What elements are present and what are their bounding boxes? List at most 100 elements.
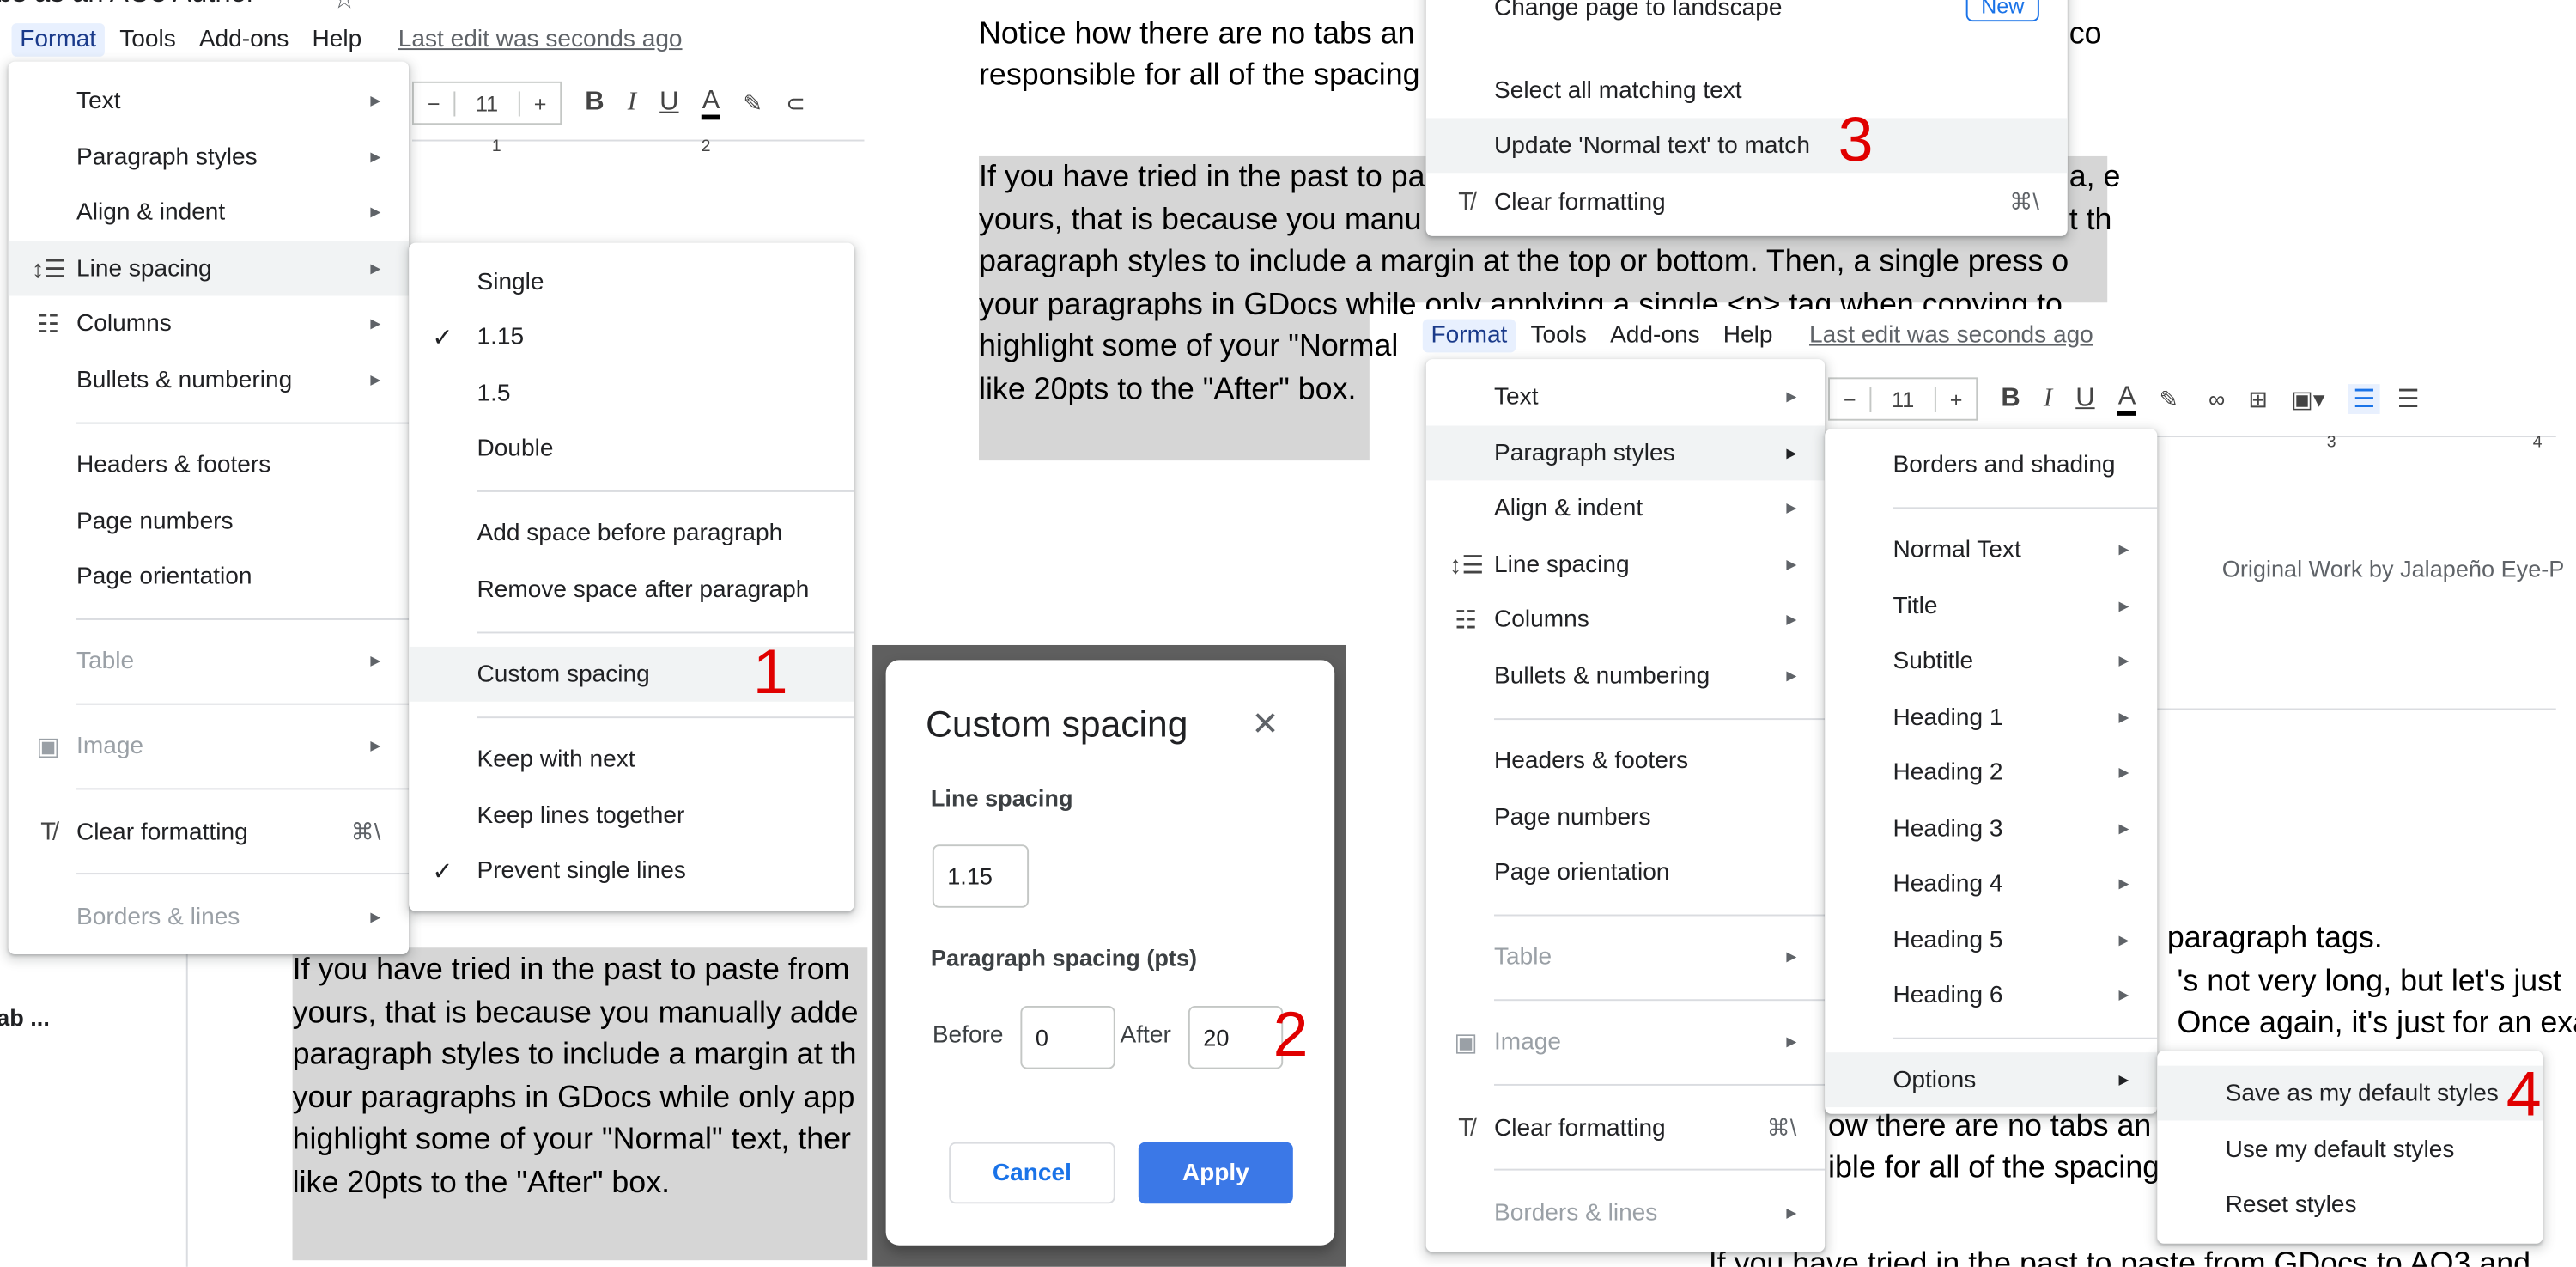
last-edit-link[interactable]: Last edit was seconds ago <box>1809 322 2093 349</box>
style-heading-6[interactable]: Heading 6 ▶ <box>1825 967 2157 1022</box>
highlight-color-icon[interactable]: ✎ <box>743 89 762 118</box>
format-menu-item-image[interactable]: ▣ Image ▶ <box>1426 1014 1826 1069</box>
update-normal-text[interactable]: Update 'Normal text' to match <box>1425 118 2068 174</box>
style-heading-4[interactable]: Heading 4 ▶ <box>1825 856 2157 911</box>
reset-styles[interactable]: Reset styles <box>2157 1177 2543 1232</box>
add-space-before[interactable]: Add space before paragraph <box>409 505 854 560</box>
format-menu-item-columns[interactable]: ☷ Columns ▶ <box>9 296 409 351</box>
change-page-landscape[interactable]: Change page to landscape New <box>1426 0 2068 35</box>
italic-icon[interactable]: I <box>628 88 636 119</box>
link-icon[interactable]: ∞ <box>2208 386 2225 412</box>
format-menu-item-page-numbers[interactable]: Page numbers <box>9 494 409 549</box>
align-center-icon[interactable]: ☰ <box>2397 384 2420 414</box>
insert-image-icon[interactable]: ▣▾ <box>2291 385 2324 413</box>
format-menu-item-table[interactable]: Table ▶ <box>9 633 409 688</box>
format-menu-item-text[interactable]: Text ▶ <box>1426 369 1826 424</box>
style-normal-text[interactable]: Normal Text ▶ <box>1825 522 2157 577</box>
style-heading-1[interactable]: Heading 1 ▶ <box>1825 690 2157 745</box>
doc-line: yours, that is because you manually adde <box>292 993 859 1029</box>
format-menu-item-headers-footers[interactable]: Headers & footers <box>1426 734 1826 789</box>
menu-help[interactable]: Help <box>312 27 361 53</box>
menu-tools[interactable]: Tools <box>119 27 176 53</box>
keep-lines-together[interactable]: Keep lines together <box>409 788 854 843</box>
link-icon[interactable]: ⊂ <box>786 89 805 118</box>
bold-icon[interactable]: B <box>2001 384 2020 414</box>
highlight-color-icon[interactable]: ✎ <box>2159 385 2178 413</box>
format-menu-item-page-numbers[interactable]: Page numbers <box>1426 789 1826 844</box>
keep-with-next[interactable]: Keep with next <box>409 732 854 787</box>
after-input[interactable]: 20 <box>1188 1005 1284 1069</box>
menu-format[interactable]: Format <box>11 23 105 57</box>
select-all-matching-text[interactable]: Select all matching text <box>1426 64 2068 119</box>
style-heading-3[interactable]: Heading 3 ▶ <box>1825 801 2157 856</box>
save-as-default-styles[interactable]: Save as my default styles <box>2157 1065 2543 1121</box>
format-menu-item-bullets[interactable]: Bullets & numbering ▶ <box>9 352 409 407</box>
format-menu-item-clear-formatting[interactable]: T̸ Clear formatting ⌘\ <box>1426 1100 1826 1155</box>
format-menu-item-borders-lines[interactable]: Borders & lines ▶ <box>9 889 409 944</box>
style-heading-5[interactable]: Heading 5 ▶ <box>1825 913 2157 968</box>
prevent-single-lines[interactable]: ✓ Prevent single lines <box>409 843 854 898</box>
font-size-decrease-button[interactable]: − <box>414 90 453 115</box>
apply-button[interactable]: Apply <box>1138 1142 1293 1204</box>
format-menu-item-line-spacing[interactable]: ↕☰ Line spacing ▶ <box>1426 537 1826 592</box>
menu-addons[interactable]: Add-ons <box>1610 322 1700 349</box>
text-color-icon[interactable]: A <box>2117 382 2136 415</box>
item-label: Borders & lines <box>1494 1199 1658 1227</box>
align-left-icon[interactable]: ☰ <box>2348 384 2381 414</box>
clear-formatting-icon: T̸ <box>40 818 56 847</box>
format-menu-item-page-orientation[interactable]: Page orientation <box>1426 844 1826 899</box>
borders-and-shading[interactable]: Borders and shading <box>1825 437 2157 492</box>
underline-icon[interactable]: U <box>2075 384 2094 414</box>
font-size-decrease-button[interactable]: − <box>1830 387 1869 411</box>
menu-format[interactable]: Format <box>1422 319 1516 353</box>
add-comment-icon[interactable]: ⊞ <box>2248 385 2268 413</box>
format-menu-item-text[interactable]: Text ▶ <box>9 73 409 128</box>
font-size-input[interactable]: 11 <box>453 90 520 116</box>
format-menu-item-borders-lines[interactable]: Borders & lines ▶ <box>1426 1185 1826 1240</box>
cancel-button[interactable]: Cancel <box>949 1142 1115 1204</box>
menu-divider <box>76 873 410 875</box>
line-spacing-icon: ↕☰ <box>1449 551 1485 580</box>
format-menu-item-line-spacing[interactable]: ↕☰ Line spacing ▶ <box>8 241 410 296</box>
style-heading-2[interactable]: Heading 2 ▶ <box>1825 745 2157 800</box>
format-menu-item-headers-footers[interactable]: Headers & footers <box>9 437 409 492</box>
text-color-icon[interactable]: A <box>702 87 720 119</box>
star-icon[interactable]: ☆ <box>332 0 356 16</box>
format-menu-item-align-indent[interactable]: Align & indent ▶ <box>9 185 409 240</box>
bold-icon[interactable]: B <box>585 88 604 119</box>
font-size-input[interactable]: 11 <box>1869 387 1936 412</box>
format-menu-item-paragraph-styles[interactable]: Paragraph styles ▶ <box>1425 425 1826 481</box>
line-spacing-1-15[interactable]: ✓ 1.15 <box>409 309 854 364</box>
style-options[interactable]: Options ▶ <box>1825 1052 2158 1108</box>
format-menu-item-align-indent[interactable]: Align & indent ▶ <box>1426 480 1826 535</box>
font-size-increase-button[interactable]: + <box>1936 387 1976 411</box>
menu-addons[interactable]: Add-ons <box>199 27 289 53</box>
close-icon[interactable]: ✕ <box>1251 704 1279 745</box>
style-title[interactable]: Title ▶ <box>1825 579 2157 634</box>
format-menu-item-bullets[interactable]: Bullets & numbering ▶ <box>1426 649 1826 704</box>
font-size-increase-button[interactable]: + <box>520 90 560 115</box>
clear-formatting-item[interactable]: T̸ Clear formatting ⌘\ <box>1426 174 2068 229</box>
format-menu-item-page-orientation[interactable]: Page orientation <box>9 549 409 604</box>
underline-icon[interactable]: U <box>659 88 678 119</box>
format-menu-item-table[interactable]: Table ▶ <box>1426 929 1826 984</box>
line-spacing-input[interactable]: 1.15 <box>932 844 1030 908</box>
use-default-styles[interactable]: Use my default styles <box>2157 1122 2543 1177</box>
before-input[interactable]: 0 <box>1020 1005 1115 1069</box>
format-menu-item-image[interactable]: ▣ Image ▶ <box>9 718 409 773</box>
line-spacing-double[interactable]: Double <box>409 421 854 476</box>
format-menu-item-columns[interactable]: ☷ Columns ▶ <box>1426 592 1826 647</box>
italic-icon[interactable]: I <box>2044 384 2052 414</box>
ruler-tick-4: 4 <box>2532 434 2543 453</box>
menu-help[interactable]: Help <box>1723 322 1773 349</box>
format-menu-item-clear-formatting[interactable]: T̸ Clear formatting ⌘\ <box>9 805 409 860</box>
format-menu-item-paragraph-styles[interactable]: Paragraph styles ▶ <box>9 130 409 185</box>
style-subtitle[interactable]: Subtitle ▶ <box>1825 633 2157 688</box>
item-label: Table <box>76 647 135 674</box>
last-edit-link[interactable]: Last edit was seconds ago <box>398 27 683 53</box>
remove-space-after[interactable]: Remove space after paragraph <box>409 562 854 617</box>
item-label: Remove space after paragraph <box>477 576 810 603</box>
line-spacing-1-5[interactable]: 1.5 <box>409 366 854 421</box>
menu-tools[interactable]: Tools <box>1530 322 1587 349</box>
line-spacing-single[interactable]: Single <box>409 254 854 309</box>
